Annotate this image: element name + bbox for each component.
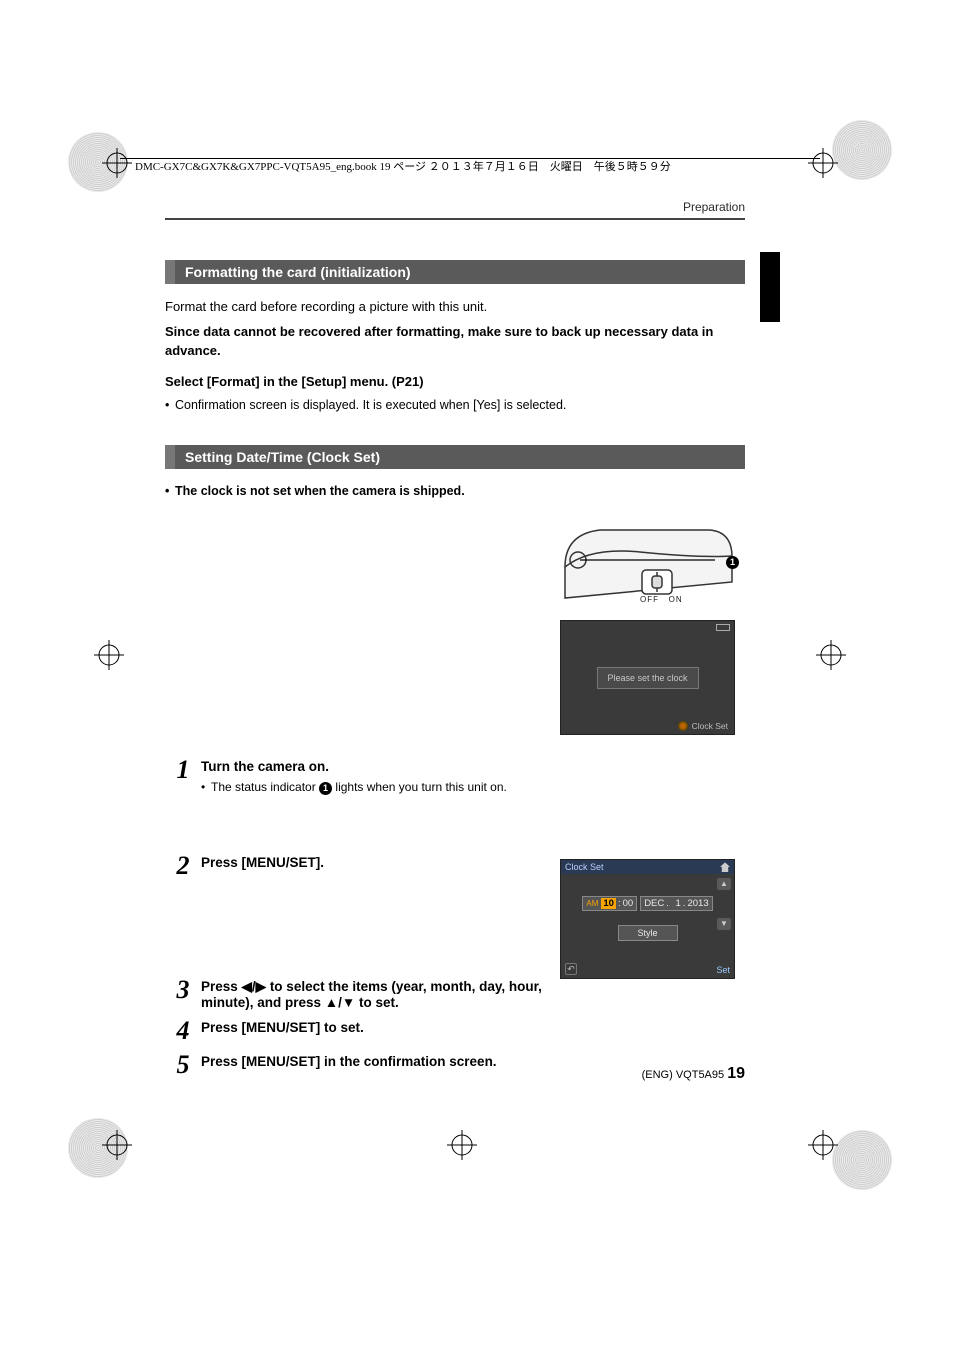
switch-labels: OFF ON <box>640 595 683 604</box>
step-4: 4 Press [MENU/SET] to set. <box>165 1016 745 1044</box>
set-label: Set <box>716 965 730 975</box>
registration-mark-icon <box>447 1130 477 1160</box>
prompt-footer: Clock Set <box>678 721 728 731</box>
step-number: 3 <box>165 975 201 1003</box>
clock-set-icon <box>678 721 688 731</box>
back-icon: ↶ <box>565 963 577 975</box>
step-number: 5 <box>165 1050 201 1078</box>
figure-camera-switch: OFF ON 1 <box>560 522 735 604</box>
step-title: Press ◀/▶ to select the items (year, mon… <box>201 975 551 1010</box>
up-down-arrows-icon: ▲/▼ <box>325 995 355 1010</box>
callout-1-icon: 1 <box>319 782 332 795</box>
figure-screen-clock-prompt: Please set the clock Clock Set <box>560 620 735 735</box>
registration-mark-icon <box>102 1130 132 1160</box>
bullet-icon: • <box>165 483 175 501</box>
step-number: 4 <box>165 1016 201 1044</box>
registration-mark-icon <box>808 148 838 178</box>
step-title: Press [MENU/SET] to set. <box>201 1016 745 1035</box>
body-text-instruction: Select [Format] in the [Setup] menu. (P2… <box>165 373 745 392</box>
arrow-down-icon: ▼ <box>717 918 731 930</box>
crop-ornament <box>832 1130 892 1190</box>
figure-screen-clock-set: Clock Set ▲ AM10:00 DEC. 1.2013 ▼ Style … <box>560 859 735 979</box>
arrow-up-icon: ▲ <box>717 878 731 890</box>
page-footer: (ENG) VQT5A95 19 <box>642 1065 745 1083</box>
date-time-row: AM10:00 DEC. 1.2013 <box>561 896 734 911</box>
steps-list: OFF ON 1 Please set the clock Clock Set … <box>165 520 745 1078</box>
bullet-item: • Confirmation screen is displayed. It i… <box>165 397 745 415</box>
bullet-icon: • <box>165 397 175 415</box>
bullet-text: The clock is not set when the camera is … <box>175 483 465 501</box>
style-button: Style <box>618 925 678 941</box>
section-heading-clock: Setting Date/Time (Clock Set) <box>165 445 745 469</box>
body-text-warning: Since data cannot be recovered after for… <box>165 323 745 361</box>
step-number: 2 <box>165 851 201 879</box>
left-right-arrows-icon: ◀/▶ <box>242 979 267 994</box>
bullet-text: Confirmation screen is displayed. It is … <box>175 397 566 415</box>
step-number: 1 <box>165 755 201 783</box>
registration-mark-icon <box>94 640 124 670</box>
step-1: 1 Turn the camera on. • The status indic… <box>165 755 745 845</box>
bullet-item: • The clock is not set when the camera i… <box>165 483 745 501</box>
section-heading-formatting: Formatting the card (initialization) <box>165 260 745 284</box>
callout-1-icon: 1 <box>726 556 739 569</box>
step-title: Turn the camera on. <box>201 759 541 774</box>
step-title: Press [MENU/SET]. <box>201 851 541 870</box>
crop-ornament <box>832 120 892 180</box>
prompt-message: Please set the clock <box>596 667 698 689</box>
battery-icon <box>716 624 730 631</box>
registration-mark-icon <box>102 148 132 178</box>
home-icon <box>720 862 730 872</box>
registration-mark-icon <box>816 640 846 670</box>
section-tab <box>760 252 780 322</box>
breadcrumb: Preparation <box>165 200 745 220</box>
registration-mark-icon <box>808 1130 838 1160</box>
screen-title: Clock Set <box>565 862 604 872</box>
page-content: Preparation Formatting the card (initial… <box>165 145 745 1084</box>
step-subtext: • The status indicator 1 lights when you… <box>201 780 541 794</box>
body-text: Format the card before recording a pictu… <box>165 298 745 317</box>
step-3: 3 Press ◀/▶ to select the items (year, m… <box>165 975 745 1010</box>
